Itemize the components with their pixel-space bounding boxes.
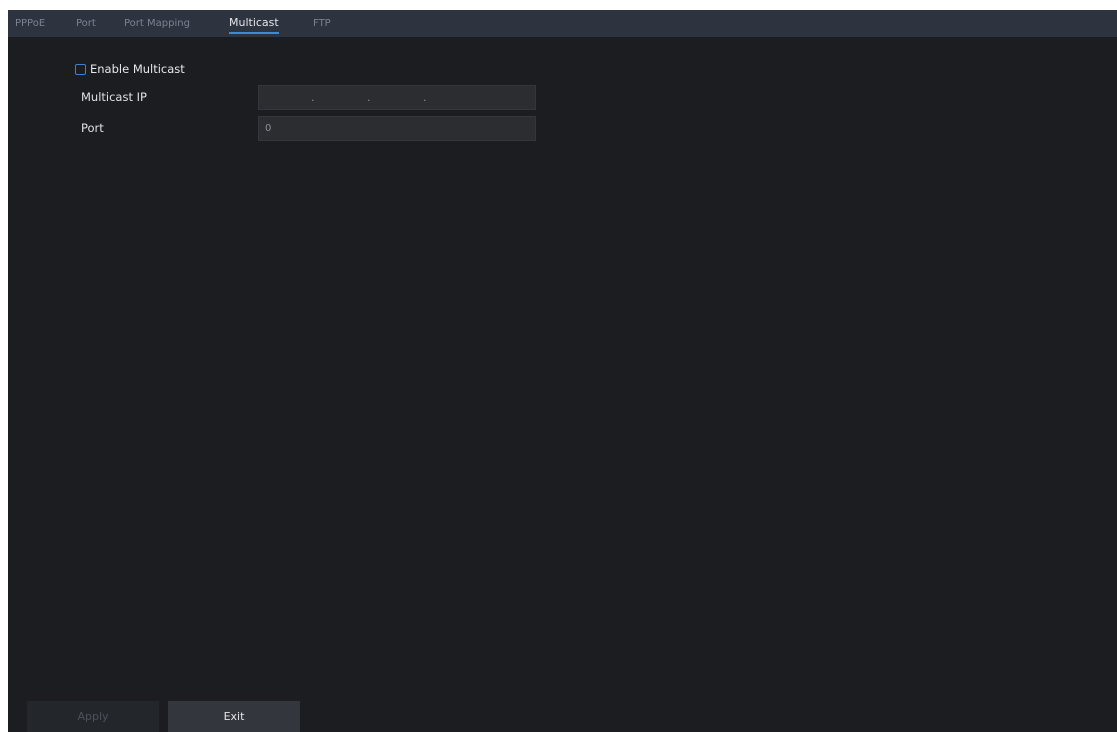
tab-bar: PPPoE Port Port Mapping Multicast FTP — [8, 10, 1117, 37]
multicast-ip-input[interactable]: . . . — [258, 85, 536, 110]
exit-button[interactable]: Exit — [168, 701, 300, 732]
multicast-ip-label: Multicast IP — [81, 90, 147, 104]
enable-multicast-toggle[interactable]: Enable Multicast — [75, 61, 185, 77]
port-label: Port — [81, 121, 104, 135]
port-input[interactable]: 0 — [258, 116, 536, 141]
enable-multicast-label: Enable Multicast — [90, 62, 185, 76]
tab-ftp[interactable]: FTP — [313, 17, 331, 30]
ip-separator: . — [367, 91, 371, 104]
tab-pppoe[interactable]: PPPoE — [15, 17, 45, 30]
enable-multicast-checkbox[interactable] — [75, 63, 86, 75]
tab-port-mapping[interactable]: Port Mapping — [124, 17, 190, 30]
tab-multicast[interactable]: Multicast — [229, 16, 279, 34]
network-settings-panel: PPPoE Port Port Mapping Multicast FTP En… — [8, 10, 1117, 732]
ip-separator: . — [423, 91, 427, 104]
apply-button[interactable]: Apply — [27, 701, 159, 732]
ip-separator: . — [311, 91, 315, 104]
tab-port[interactable]: Port — [76, 17, 96, 30]
